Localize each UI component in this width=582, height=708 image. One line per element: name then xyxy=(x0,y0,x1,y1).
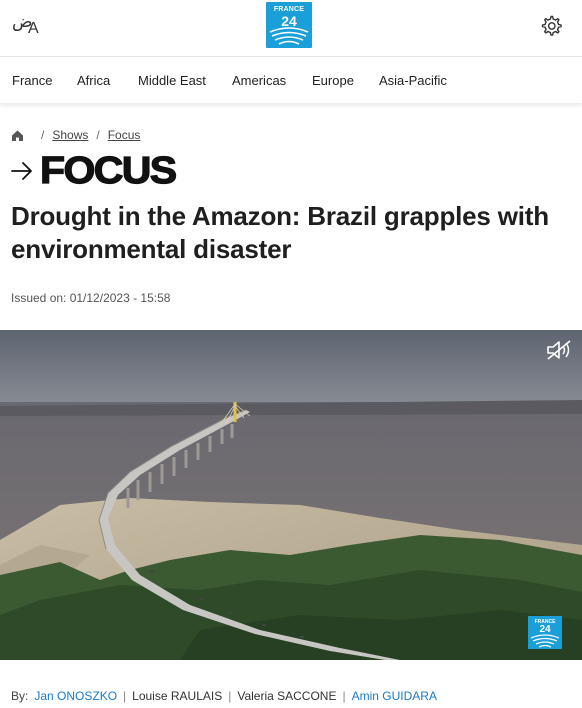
video-thumbnail-image xyxy=(0,330,582,660)
nav-item-americas[interactable]: Americas xyxy=(232,73,286,88)
language-latin-glyph: A xyxy=(28,20,39,37)
article-headline: Drought in the Amazon: Brazil grapples w… xyxy=(11,201,549,264)
top-header: ض A FRANCE 24 xyxy=(0,0,582,57)
nav-item-asia-pacific[interactable]: Asia-Pacific xyxy=(379,73,447,88)
author-link[interactable]: Jan ONOSZKO xyxy=(34,689,117,703)
logo-wave-icon xyxy=(269,27,309,45)
show-name: FOCUS xyxy=(39,150,177,192)
author-name: Louise RAULAIS xyxy=(132,689,223,703)
author-separator: | xyxy=(123,689,127,703)
author-link[interactable]: Amin GUIDARA xyxy=(352,689,437,703)
author-separator: | xyxy=(228,689,232,703)
nav-item-middle-east[interactable]: Middle East xyxy=(138,73,206,88)
author-name: Valeria SACCONE xyxy=(237,689,337,703)
nav-item-africa[interactable]: Africa xyxy=(77,73,110,88)
home-icon[interactable] xyxy=(11,129,24,142)
issued-date: Issued on: 01/12/2023 - 15:58 xyxy=(11,291,171,305)
byline-label: By: xyxy=(11,689,29,703)
show-title-link[interactable]: FOCUS xyxy=(11,151,178,191)
france24-logo[interactable]: FRANCE 24 xyxy=(266,2,312,48)
settings-gear-icon[interactable] xyxy=(538,13,564,39)
language-switch-button[interactable]: ض A xyxy=(10,12,44,40)
video-player[interactable] xyxy=(0,330,582,660)
author-separator: | xyxy=(342,689,346,703)
byline: By: Jan ONOSZKO | Louise RAULAIS | Valer… xyxy=(11,689,437,703)
main-nav: France Africa Middle East Americas Europ… xyxy=(0,58,582,103)
breadcrumb-link-focus[interactable]: Focus xyxy=(108,128,141,142)
watermark-wave-icon xyxy=(530,634,560,648)
nav-item-france[interactable]: France xyxy=(12,73,52,88)
mute-icon[interactable] xyxy=(545,338,573,362)
logo-text-top: FRANCE xyxy=(273,6,305,13)
video-watermark-logo: FRANCE 24 xyxy=(528,616,562,649)
breadcrumb-separator: / xyxy=(41,128,45,142)
nav-item-europe[interactable]: Europe xyxy=(312,73,354,88)
breadcrumb-link-shows[interactable]: Shows xyxy=(52,128,88,142)
arrow-right-icon xyxy=(11,162,32,180)
breadcrumb-separator: / xyxy=(96,128,100,142)
breadcrumb: / Shows / Focus xyxy=(11,127,140,143)
